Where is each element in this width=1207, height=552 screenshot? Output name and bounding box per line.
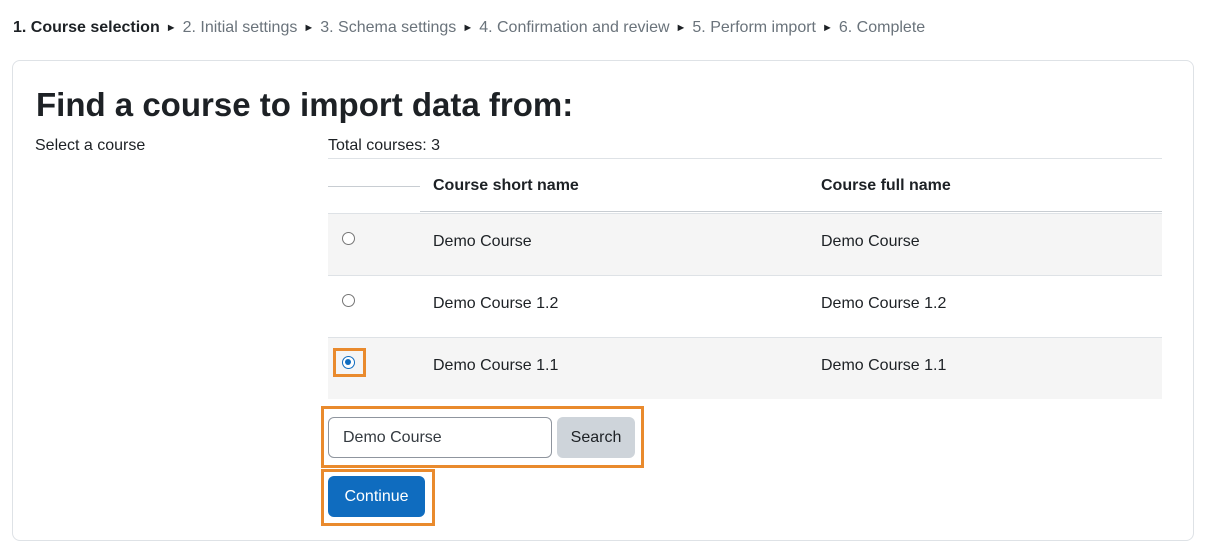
- course-full-name: Demo Course 1.2: [821, 295, 947, 312]
- step-schema-settings: 3. Schema settings: [320, 19, 457, 36]
- step-course-selection: 1. Course selection: [13, 19, 160, 36]
- course-full-name: Demo Course: [821, 233, 920, 250]
- step-complete: 6. Complete: [838, 19, 926, 36]
- import-steps-breadcrumb: 1. Course selection ► 2. Initial settings ►…: [13, 19, 925, 37]
- step-separator-icon: ►: [822, 22, 833, 34]
- step-separator-icon: ►: [165, 22, 177, 34]
- search-input[interactable]: [328, 417, 552, 458]
- table-row[interactable]: Demo Course Demo Course: [328, 213, 1162, 275]
- continue-button[interactable]: Continue: [328, 476, 425, 517]
- course-short-name: Demo Course 1.2: [433, 295, 559, 312]
- course-radio[interactable]: [342, 294, 355, 307]
- course-radio-selected[interactable]: [342, 356, 355, 369]
- course-full-name: Demo Course 1.1: [821, 357, 947, 374]
- header-divider: [420, 211, 1162, 212]
- step-separator-icon: ►: [303, 22, 315, 34]
- table-row[interactable]: Demo Course 1.2 Demo Course 1.2: [328, 275, 1162, 337]
- step-confirmation-review: 4. Confirmation and review: [479, 19, 670, 36]
- step-separator-icon: ►: [462, 22, 474, 34]
- header-divider: [328, 186, 420, 187]
- column-header-full-name: Course full name: [821, 177, 951, 194]
- course-short-name: Demo Course: [433, 233, 532, 250]
- page-title: Find a course to import data from:: [36, 86, 574, 123]
- table-top-divider: [328, 158, 1162, 159]
- table-row[interactable]: Demo Course 1.1 Demo Course 1.1: [328, 337, 1162, 399]
- total-courses-count: Total courses: 3: [328, 137, 441, 154]
- step-perform-import: 5. Perform import: [692, 19, 816, 36]
- search-button[interactable]: Search: [557, 417, 635, 458]
- step-initial-settings: 2. Initial settings: [182, 19, 298, 36]
- course-radio[interactable]: [342, 232, 355, 245]
- column-header-short-name: Course short name: [433, 177, 579, 194]
- course-short-name: Demo Course 1.1: [433, 357, 559, 374]
- select-course-label: Select a course: [35, 137, 146, 154]
- step-separator-icon: ►: [675, 22, 687, 34]
